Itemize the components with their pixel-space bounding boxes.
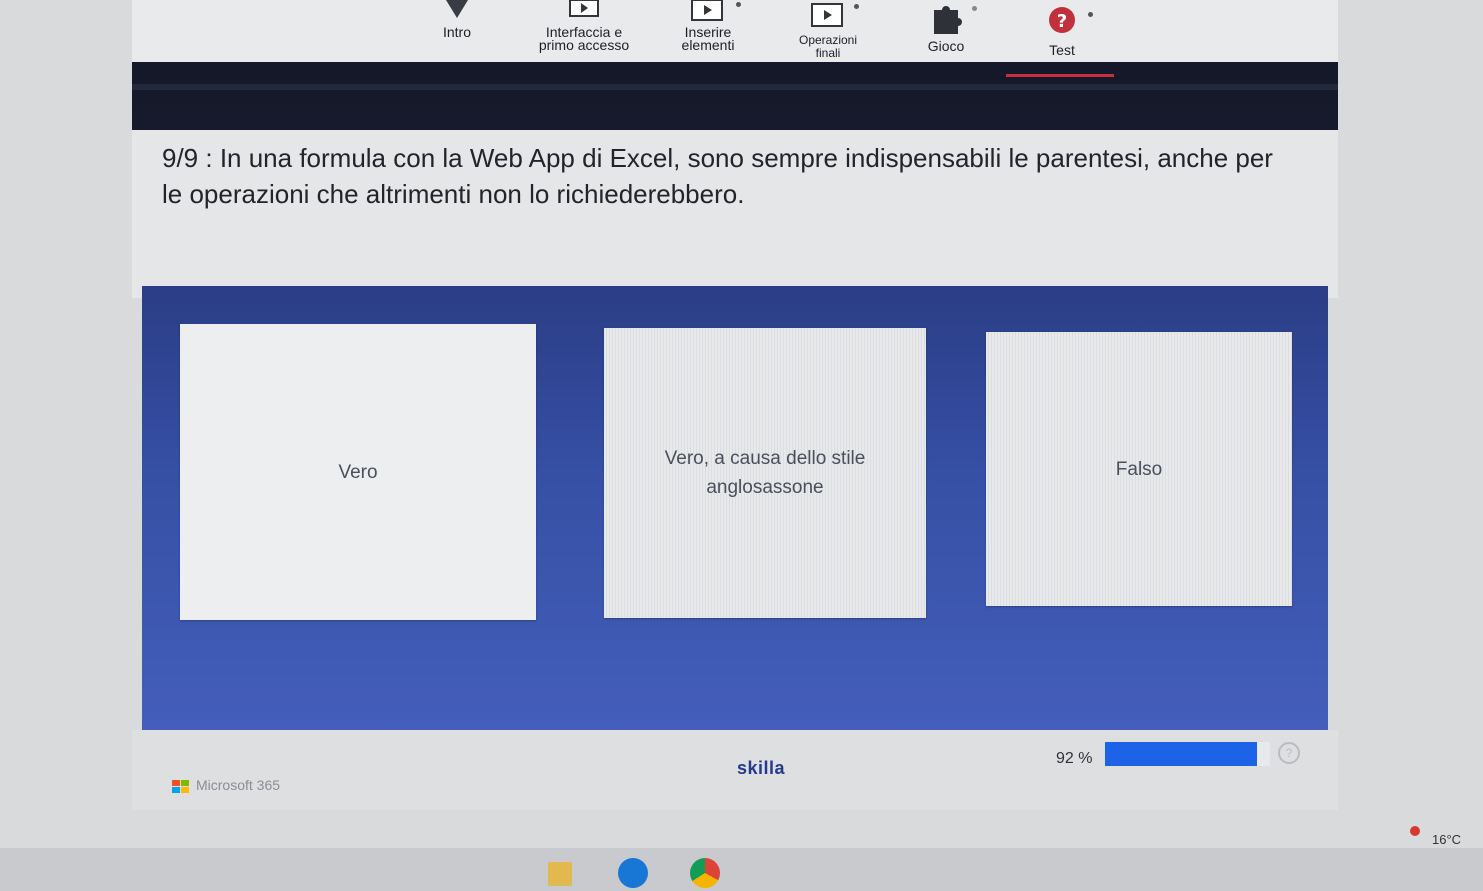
question-area: 9/9 : In una formula con la Web App di E… xyxy=(132,130,1338,298)
nav-item-gioco[interactable]: Gioco xyxy=(914,0,978,62)
partner-label: Microsoft 365 xyxy=(196,777,281,793)
temperature: 16°C xyxy=(1432,832,1462,847)
answers-panel: Vero Vero, a causa dello stile anglosass… xyxy=(142,286,1328,758)
completion-dot xyxy=(854,4,859,9)
brand-logo: skilla xyxy=(737,758,786,778)
answer-option-falso[interactable]: Falso xyxy=(986,332,1292,606)
progress-bar-fill xyxy=(1105,742,1257,766)
footer: Microsoft 365 skilla 92 % ? xyxy=(132,730,1338,810)
completion-dot xyxy=(736,2,741,7)
play-video-icon xyxy=(810,0,846,34)
weather-alert-icon xyxy=(1410,826,1420,836)
microsoft-logo-icon xyxy=(172,780,190,794)
help-icon[interactable]: ? xyxy=(1278,742,1300,764)
nav-label: Interfaccia e primo accesso xyxy=(538,24,630,53)
completion-dot xyxy=(972,6,977,11)
svg-text:?: ? xyxy=(1057,11,1067,32)
answer-option-vero[interactable]: Vero xyxy=(180,324,536,620)
answer-option-vero-anglosassone[interactable]: Vero, a causa dello stile anglosassone xyxy=(604,328,926,618)
chrome-browser-icon[interactable] xyxy=(690,858,720,888)
nav-item-operazioni[interactable]: Operazioni finali xyxy=(782,0,874,62)
question-badge-icon: ? xyxy=(1045,0,1079,44)
nav-item-inserire[interactable]: Inserire elementi xyxy=(668,0,748,62)
nav-item-interfaccia[interactable]: Interfaccia e primo accesso xyxy=(522,0,646,62)
play-video-icon xyxy=(569,0,599,26)
file-explorer-icon[interactable] xyxy=(548,862,572,886)
answer-label: Falso xyxy=(1115,458,1163,480)
active-tab-indicator xyxy=(1006,74,1114,77)
nav-item-test[interactable]: ? Test xyxy=(1032,0,1093,62)
taskbar xyxy=(0,848,1483,891)
nav-label: Test xyxy=(1049,42,1075,58)
nav-label: Gioco xyxy=(927,38,965,54)
top-navigation: Intro Interfaccia e primo accesso Inseri… xyxy=(132,0,1338,62)
nav-item-intro[interactable]: Intro xyxy=(432,0,482,62)
answer-label: Vero xyxy=(338,461,378,483)
play-video-icon xyxy=(691,0,725,26)
location-pin-icon xyxy=(444,0,470,26)
progress-bar xyxy=(1105,742,1270,766)
nav-label: Intro xyxy=(442,24,471,40)
edge-browser-icon[interactable] xyxy=(618,858,648,888)
header-bar-stripe xyxy=(132,84,1338,90)
header-bar xyxy=(132,62,1338,130)
nav-label: Operazioni finali xyxy=(798,33,858,60)
puzzle-icon xyxy=(928,0,964,40)
nav-label: Inserire elementi xyxy=(681,24,735,53)
question-text: 9/9 : In una formula con la Web App di E… xyxy=(162,143,1273,209)
progress-percent: 92 % xyxy=(1056,750,1093,767)
answer-label: Vero, a causa dello stile anglosassone xyxy=(664,448,866,498)
completion-dot xyxy=(1088,12,1093,17)
